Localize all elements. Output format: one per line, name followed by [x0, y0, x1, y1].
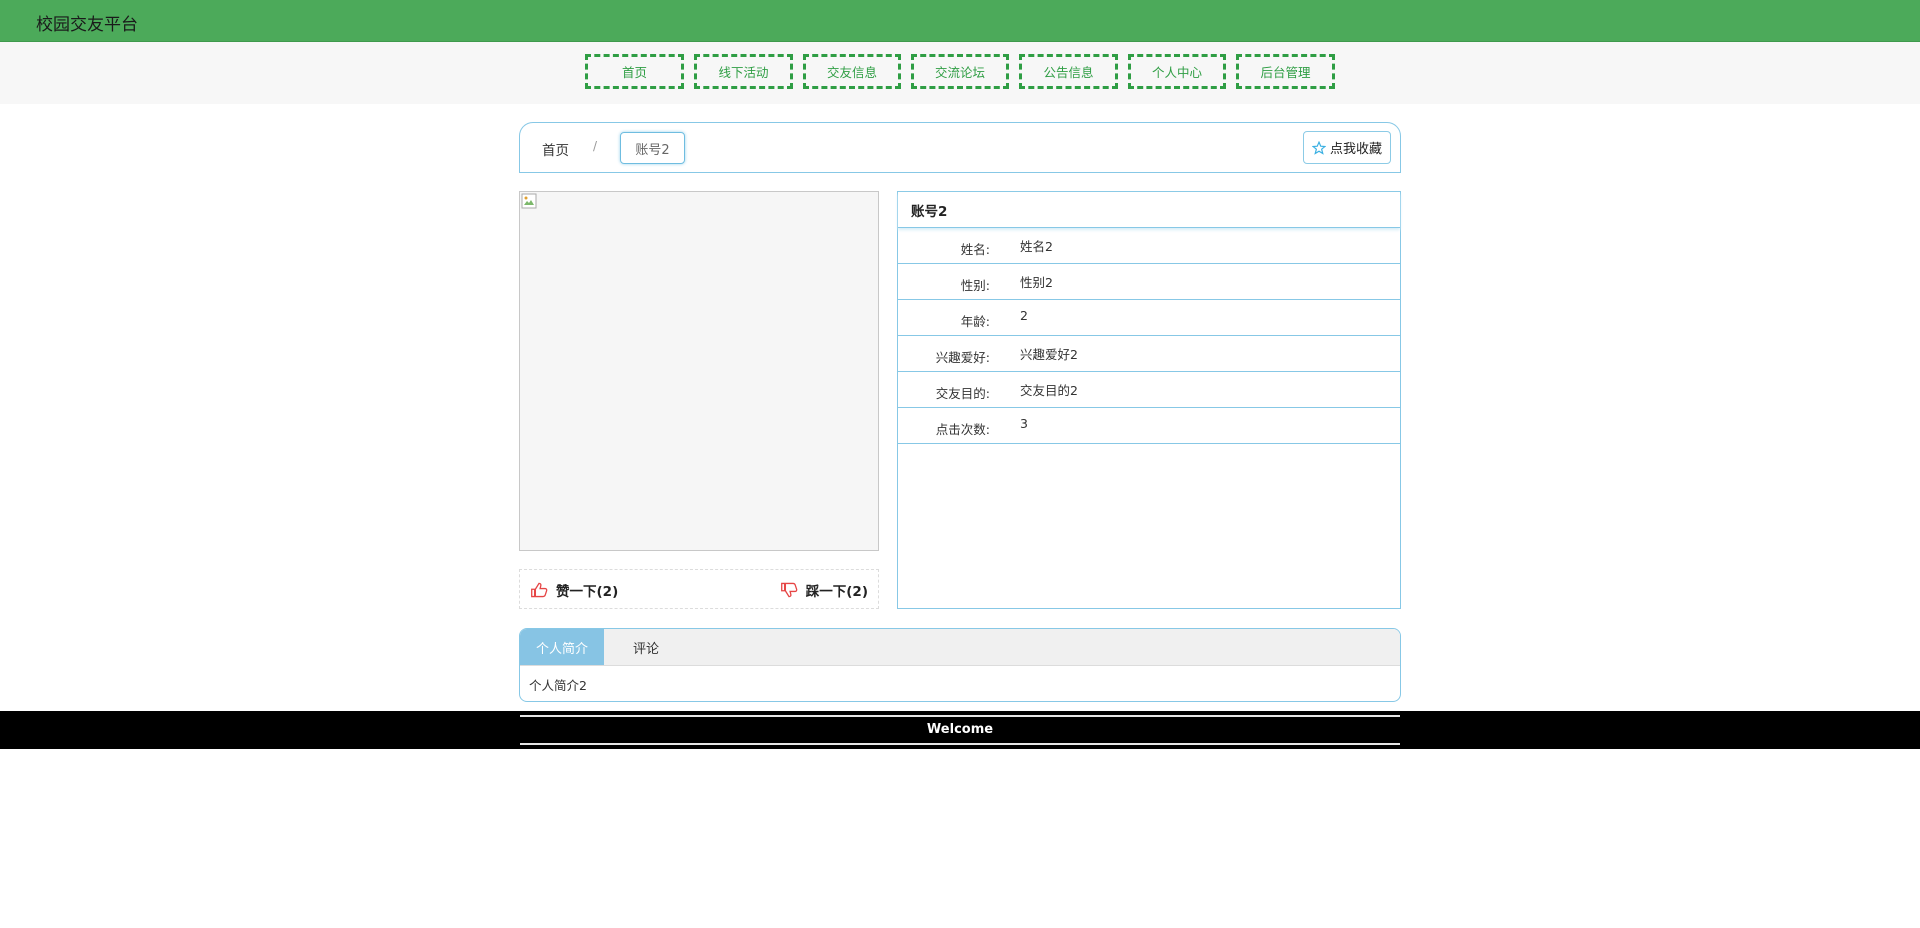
info-row-age: 年龄: 2 — [898, 300, 1400, 336]
main-nav: 首页 线下活动 交友信息 交流论坛 公告信息 个人中心 后台管理 — [0, 42, 1920, 104]
nav-item-announcements[interactable]: 公告信息 — [1019, 54, 1118, 89]
info-value: 姓名2 — [1020, 239, 1053, 254]
like-label: 赞一下(2) — [556, 584, 619, 600]
footer-welcome-text: Welcome — [926, 722, 994, 737]
top-header: 校园交友平台 — [0, 0, 1920, 42]
info-row-click-count: 点击次数: 3 — [898, 408, 1400, 444]
info-row-hobbies: 兴趣爱好: 兴趣爱好2 — [898, 336, 1400, 372]
breadcrumb-separator: / — [593, 139, 598, 153]
info-row-gender: 性别: 性别2 — [898, 264, 1400, 300]
detail-tabs: 个人简介 评论 个人简介2 — [519, 628, 1401, 702]
info-label: 点击次数: — [935, 422, 990, 437]
dislike-button[interactable]: 踩一下(2) — [780, 580, 868, 600]
broken-image-icon — [521, 193, 537, 209]
breadcrumb-home-link[interactable]: 首页 — [542, 139, 569, 159]
tab-strip: 个人简介 评论 — [520, 629, 1400, 666]
tab-profile-intro[interactable]: 个人简介 — [520, 629, 604, 665]
info-value: 2 — [1020, 308, 1028, 323]
favorite-label: 点我收藏 — [1329, 142, 1382, 157]
footer-divider — [520, 743, 1400, 745]
thumb-up-icon — [531, 582, 548, 598]
info-label: 交友目的: — [935, 386, 990, 401]
profile-photo — [519, 191, 879, 551]
favorite-button[interactable]: 点我收藏 — [1303, 131, 1391, 164]
tab-comments[interactable]: 评论 — [604, 629, 688, 665]
site-title: 校园交友平台 — [36, 15, 138, 35]
thumb-down-icon — [780, 582, 798, 598]
footer: Welcome — [0, 711, 1920, 749]
info-label: 性别: — [960, 278, 990, 293]
tab-content: 个人简介2 — [529, 678, 587, 693]
star-icon — [1311, 140, 1326, 155]
info-label: 兴趣爱好: — [935, 350, 990, 365]
profile-info-title: 账号2 — [898, 192, 1400, 228]
info-value: 交友目的2 — [1020, 383, 1078, 398]
like-button[interactable]: 赞一下(2) — [530, 580, 618, 600]
info-row-name: 姓名: 姓名2 — [898, 228, 1400, 264]
info-label: 年龄: — [960, 314, 990, 329]
breadcrumb-current: 账号2 — [620, 132, 685, 164]
nav-item-forum[interactable]: 交流论坛 — [911, 54, 1009, 89]
profile-info-panel: 账号2 姓名: 姓名2 性别: 性别2 年龄: 2 兴趣爱好: 兴趣爱好2 交友… — [897, 191, 1401, 609]
nav-item-offline-activities[interactable]: 线下活动 — [694, 54, 793, 89]
info-row-purpose: 交友目的: 交友目的2 — [898, 372, 1400, 408]
nav-item-home[interactable]: 首页 — [585, 54, 684, 89]
footer-divider — [520, 715, 1400, 717]
info-label: 姓名: — [960, 242, 990, 257]
vote-bar: 赞一下(2) 踩一下(2) — [519, 569, 879, 609]
nav-item-admin[interactable]: 后台管理 — [1236, 54, 1335, 89]
info-value: 性别2 — [1020, 275, 1053, 290]
nav-item-personal-center[interactable]: 个人中心 — [1128, 54, 1226, 89]
nav-item-dating-info[interactable]: 交友信息 — [803, 54, 901, 89]
info-value: 兴趣爱好2 — [1020, 347, 1078, 362]
info-value: 3 — [1020, 416, 1028, 431]
breadcrumb-bar: 首页 / 账号2 点我收藏 — [519, 122, 1401, 173]
dislike-label: 踩一下(2) — [805, 584, 868, 600]
